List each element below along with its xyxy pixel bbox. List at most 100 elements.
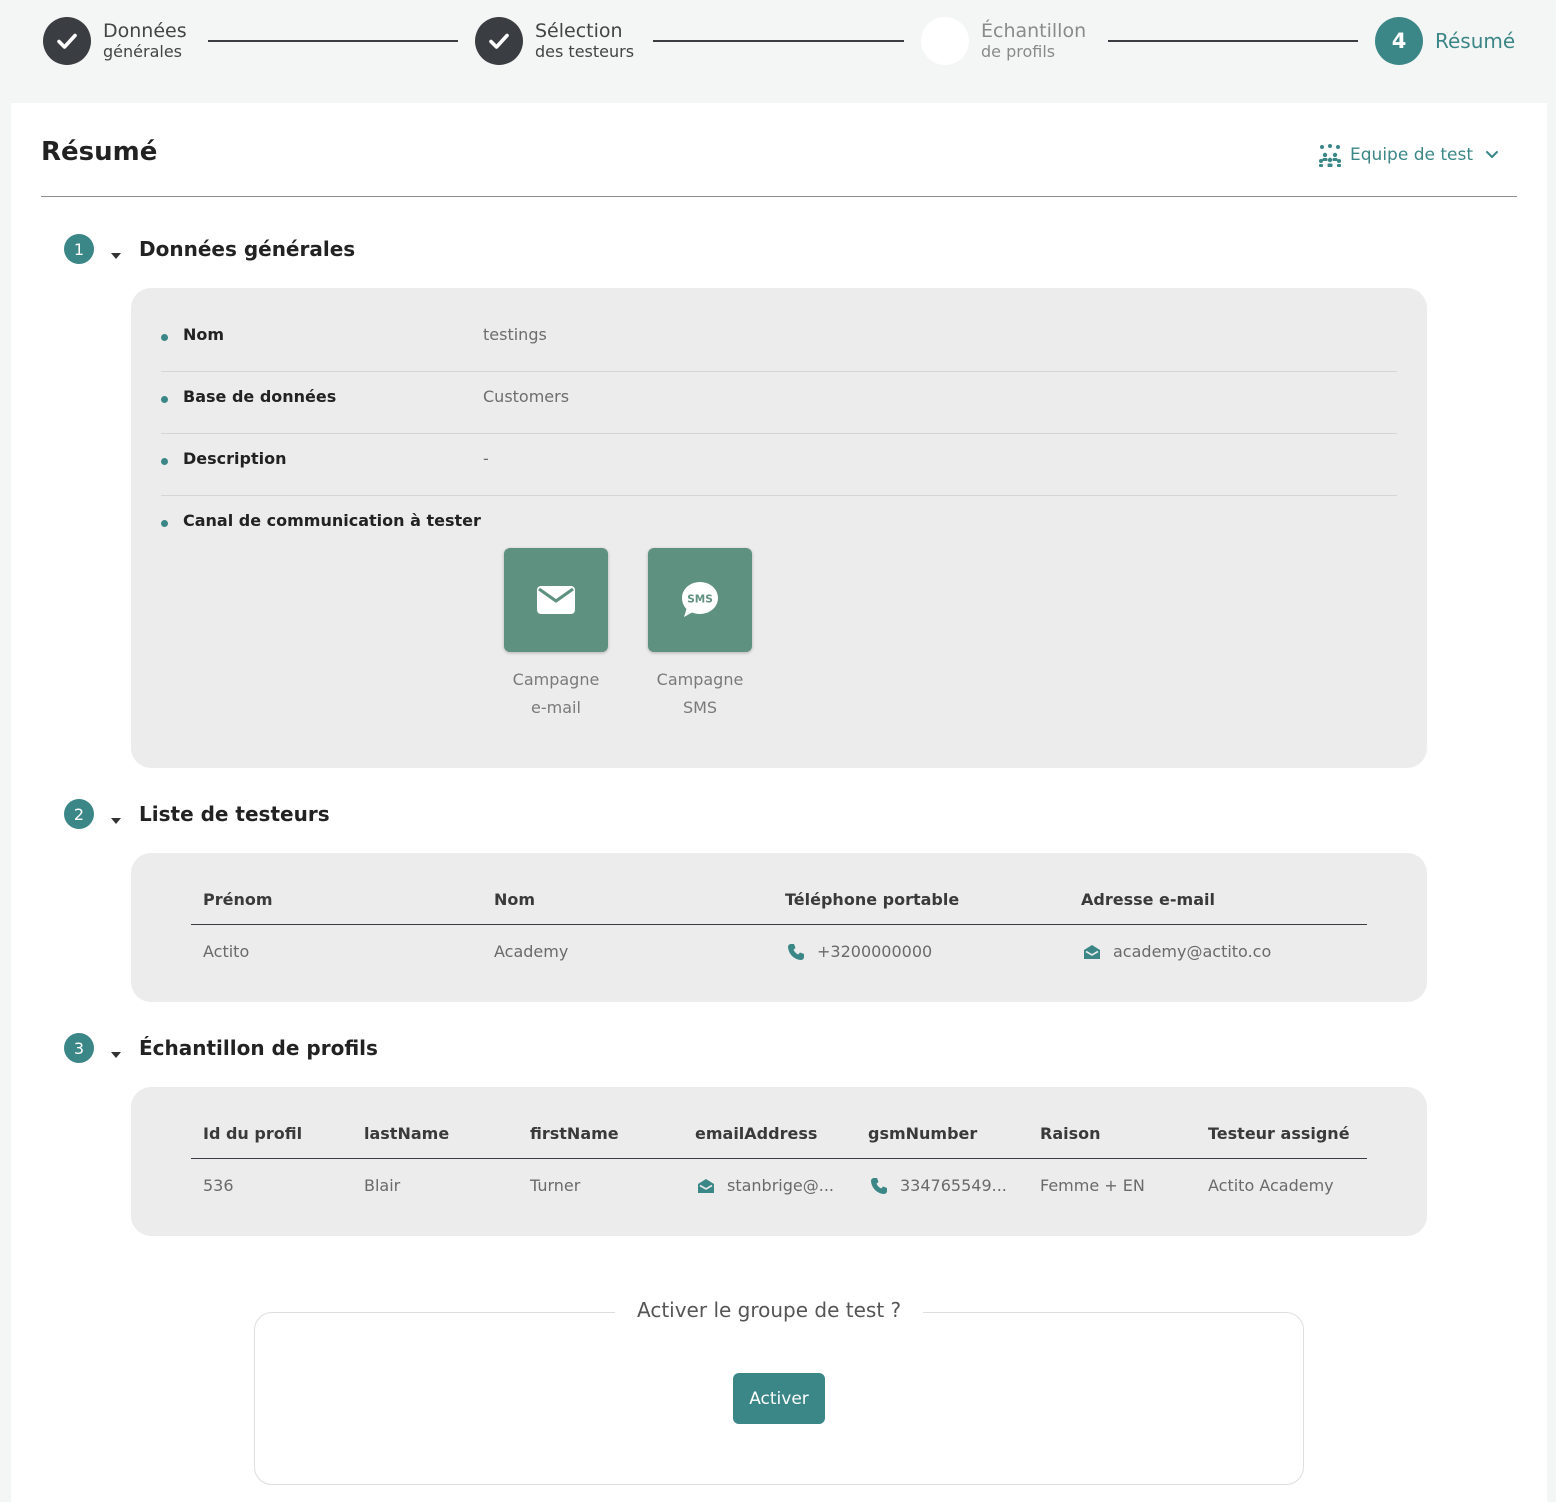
bullet (161, 334, 168, 341)
step-title: Résumé (1435, 28, 1516, 53)
row-label: Canal de communication à tester (183, 511, 481, 530)
info-row-base: Base de données Customers (161, 372, 1397, 434)
email-address: academy@actito.co (1113, 942, 1272, 961)
cell-last-name: Academy (494, 942, 569, 961)
step-number: 4 (1375, 17, 1423, 65)
phone-icon (788, 943, 804, 960)
activate-button[interactable]: Activer (733, 1373, 825, 1424)
section-header-testers: 2 Liste de testeurs (64, 799, 330, 829)
info-row-description: Description - (161, 434, 1397, 496)
step-selection-testeurs[interactable]: Sélection des testeurs (475, 17, 634, 65)
team-dropdown[interactable]: Equipe de test (1318, 143, 1499, 167)
step-connector (653, 40, 904, 42)
table-header: Id du profil lastName firstName emailAdd… (191, 1109, 1367, 1159)
gsm-number: 334765549... (900, 1176, 1007, 1195)
column-header: Prénom (203, 890, 273, 909)
channel-label: Campagne e-mail (512, 670, 600, 717)
column-header: lastName (364, 1124, 450, 1143)
row-label: Base de données (183, 387, 337, 406)
team-dropdown-label: Equipe de test (1350, 145, 1473, 165)
activation-question: Activer le groupe de test ? (615, 1298, 924, 1322)
cell-assigned-tester: Actito Academy (1208, 1176, 1334, 1195)
step-resume[interactable]: 4 Résumé (1375, 17, 1515, 65)
bullet (161, 458, 168, 465)
column-header: firstName (530, 1124, 619, 1143)
cell-last-name: Blair (364, 1176, 401, 1195)
row-value: - (483, 449, 489, 468)
section-number: 2 (64, 799, 94, 829)
section-title: Données générales (139, 237, 356, 261)
team-icon (1319, 144, 1342, 167)
step-echantillon-profils[interactable]: Échantillon de profils (921, 17, 1086, 65)
cell-reason: Femme + EN (1040, 1176, 1145, 1195)
summary-card: Résumé Equipe de test 1 Données générale… (11, 103, 1547, 1502)
phone-icon (871, 1177, 887, 1194)
caret-down-icon[interactable] (111, 818, 121, 824)
step-subtitle: des testeurs (535, 41, 635, 61)
page-title: Résumé (41, 137, 158, 167)
step-title: Données (103, 19, 187, 42)
section-number: 3 (64, 1033, 94, 1063)
column-header: gsmNumber (868, 1124, 978, 1143)
caret-down-icon[interactable] (111, 1052, 121, 1058)
channel-label: Campagne SMS (656, 670, 744, 717)
cell-first-name: Turner (530, 1176, 581, 1195)
testers-panel: Prénom Nom Téléphone portable Adresse e-… (131, 853, 1427, 1002)
step-connector (208, 40, 458, 42)
bullet (161, 520, 168, 527)
cell-email: academy@actito.co (1083, 942, 1271, 961)
column-header: Adresse e-mail (1081, 890, 1215, 909)
profiles-panel: Id du profil lastName firstName emailAdd… (131, 1087, 1427, 1236)
column-header: Id du profil (203, 1124, 303, 1143)
general-data-panel: Nom testings Base de données Customers D… (131, 288, 1427, 768)
cell-first-name: Actito (203, 942, 250, 961)
column-header: Testeur assigné (1208, 1124, 1350, 1143)
row-value: Customers (483, 387, 570, 406)
step-connector (1108, 40, 1358, 42)
open-envelope-icon (1084, 944, 1100, 959)
step-title: Échantillon (981, 19, 1087, 42)
check-icon (43, 17, 91, 65)
sms-bubble-icon: SMS (682, 582, 718, 617)
caret-down-icon[interactable] (111, 253, 121, 259)
phone-number: +3200000000 (817, 942, 933, 961)
cell-profile-id: 536 (203, 1176, 234, 1195)
bullet (161, 396, 168, 403)
column-header: emailAddress (695, 1124, 818, 1143)
table-header: Prénom Nom Téléphone portable Adresse e-… (191, 875, 1367, 925)
step-subtitle: de profils (981, 41, 1056, 61)
cell-email: stanbrige@... (697, 1176, 834, 1195)
section-title: Liste de testeurs (139, 802, 330, 826)
email-address: stanbrige@... (727, 1176, 834, 1195)
section-header-profiles: 3 Échantillon de profils (64, 1033, 378, 1063)
envelope-icon (537, 586, 575, 614)
channel-tile[interactable] (504, 548, 608, 652)
step-donnees-generales[interactable]: Données générales (43, 17, 187, 65)
channel-tile[interactable]: SMS (648, 548, 752, 652)
table-row: 536 Blair Turner stanbrige@... 334765549… (191, 1159, 1367, 1213)
step-title: Sélection (535, 19, 623, 42)
column-header: Nom (494, 890, 536, 909)
step-subtitle: générales (103, 41, 182, 61)
row-value: testings (483, 325, 547, 344)
info-row-nom: Nom testings (161, 310, 1397, 372)
table-row: Actito Academy +3200000000 academy@actit… (191, 925, 1367, 979)
row-label: Description (183, 449, 287, 468)
cell-gsm: 334765549... (870, 1176, 1007, 1195)
channel-sms[interactable]: SMS Campagne SMS (648, 548, 752, 722)
section-header-general: 1 Données générales (64, 234, 355, 264)
channel-email[interactable]: Campagne e-mail (504, 548, 608, 722)
section-number: 1 (64, 234, 94, 264)
column-header: Téléphone portable (785, 890, 960, 909)
svg-text:SMS: SMS (687, 594, 713, 606)
check-icon (475, 17, 523, 65)
row-label: Nom (183, 325, 225, 344)
empty-step-circle (921, 17, 969, 65)
info-row-canal: Canal de communication à tester (161, 496, 1397, 558)
chevron-down-icon (1486, 151, 1498, 158)
title-divider (41, 196, 1517, 197)
stepper: Données générales Sélection des testeurs… (0, 0, 1556, 90)
open-envelope-icon (698, 1178, 714, 1193)
column-header: Raison (1040, 1124, 1101, 1143)
section-title: Échantillon de profils (139, 1036, 378, 1060)
